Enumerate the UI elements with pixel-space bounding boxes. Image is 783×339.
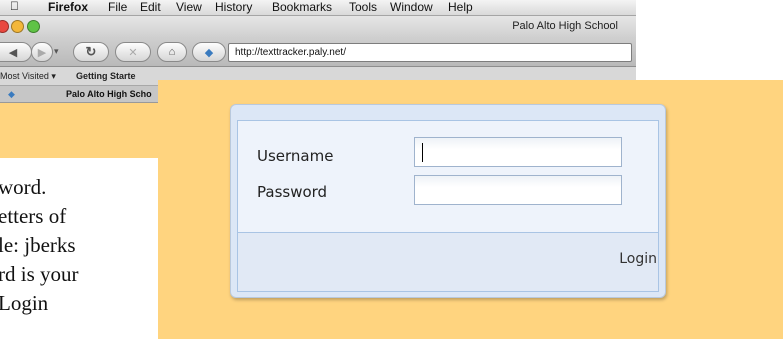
forward-arrow-icon: ▶ [37,46,47,59]
login-button[interactable]: Login [619,251,657,267]
menu-view[interactable]: View [176,0,202,15]
bookmark-getting-started[interactable]: Getting Starte [76,67,136,85]
menu-help[interactable]: Help [448,0,473,15]
login-panel-zoom: Username Password Login [158,80,783,339]
title-bar: Palo Alto High School [0,16,636,38]
stop-button[interactable]: ✕ [115,42,151,62]
instruction-line: word. [0,175,47,199]
menu-history[interactable]: History [215,0,252,15]
back-button[interactable]: ◀ [0,42,32,62]
stop-icon: ✕ [128,46,138,59]
menu-bookmarks[interactable]: Bookmarks [272,0,332,15]
bookmark-label: Most Visited [0,71,49,81]
window-title: Palo Alto High School [512,20,618,32]
reload-button[interactable]: ↻ [73,42,109,62]
password-label: Password [257,183,328,201]
app-menu[interactable]: Firefox [48,0,88,15]
menu-file[interactable]: File [108,0,127,15]
tab-title[interactable]: Palo Alto High Scho [66,86,152,102]
minimize-window-icon[interactable] [11,20,24,33]
zoom-window-icon[interactable] [27,20,40,33]
instruction-line: rd is your [0,262,79,286]
username-input[interactable] [414,137,622,167]
apple-icon[interactable]:  [10,0,19,14]
password-input[interactable] [414,175,622,205]
site-identity-button[interactable]: ◆ [192,42,226,62]
menu-edit[interactable]: Edit [140,0,161,15]
close-window-icon[interactable] [0,20,9,33]
bookmark-most-visited[interactable]: Most Visited ▾ [0,67,56,85]
address-bar[interactable]: http://texttracker.paly.net/ [228,43,632,62]
history-dropdown-icon[interactable]: ▾ [54,46,59,57]
back-arrow-icon: ◀ [8,46,18,59]
reload-icon: ↻ [85,44,97,59]
instruction-line: le: jberks [0,233,76,257]
username-label: Username [257,147,334,165]
instruction-line: Login [0,291,49,315]
menu-tools[interactable]: Tools [349,0,377,15]
login-footer [237,232,659,292]
site-identity-icon: ◆ [204,46,214,59]
forward-button[interactable]: ▶ [31,42,53,62]
instruction-line: etters of [0,204,67,228]
navigation-toolbar: ◀ ▶ ▾ ↻ ✕ ⌂ ◆ http://texttracker.paly.ne… [0,38,636,67]
url-text: http://texttracker.paly.net/ [235,47,346,58]
site-favicon-icon: ◆ [8,89,15,99]
home-icon: ⌂ [168,46,176,58]
text-caret [422,143,423,162]
home-button[interactable]: ⌂ [157,42,187,62]
login-form: Username Password Login [230,104,666,298]
dropdown-arrow-icon: ▾ [51,71,56,81]
menu-window[interactable]: Window [390,0,433,15]
menu-bar:  Firefox File Edit View History Bookmar… [0,0,636,16]
